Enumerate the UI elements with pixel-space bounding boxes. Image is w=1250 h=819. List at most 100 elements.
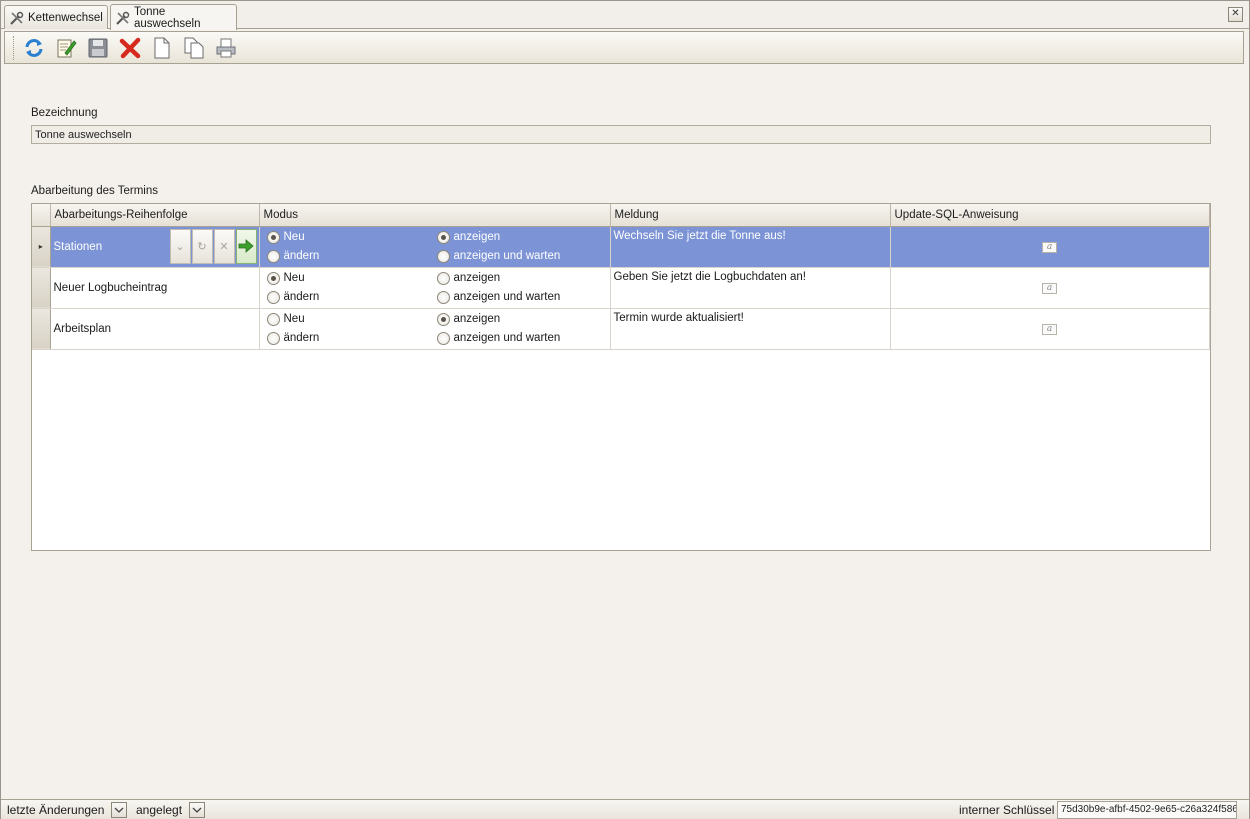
column-header-reihenfolge[interactable]: Abarbeitungs-Reihenfolge	[50, 204, 260, 227]
abarbeitung-label: Abarbeitung des Termins	[31, 185, 158, 197]
last-changes-label: letzte Änderungen	[7, 803, 105, 817]
radio-label: Neu	[283, 313, 305, 325]
modus-cell: Neu anzeigen ändern anzeigen und warten	[259, 308, 611, 350]
meldung-cell[interactable]: Geben Sie jetzt die Logbuchdaten an!	[610, 267, 891, 309]
sequence-name: Stationen	[53, 240, 103, 253]
print-icon[interactable]	[212, 35, 240, 61]
radio-neu[interactable]: Neu	[266, 270, 437, 286]
radio-label: anzeigen	[453, 272, 501, 284]
tab-label: Kettenwechsel	[28, 11, 103, 24]
sql-editor-icon[interactable]: a	[1042, 324, 1057, 335]
tools-icon	[115, 10, 131, 26]
toolbar	[4, 31, 1244, 64]
radio-anzeigen[interactable]: anzeigen	[436, 229, 607, 245]
grid-corner	[32, 204, 51, 227]
status-bar: letzte Änderungen angelegt interner Schl…	[1, 799, 1249, 819]
tab-tonne-auswechseln[interactable]: Tonne auswechseln	[110, 4, 237, 30]
go-arrow-icon[interactable]	[235, 228, 257, 264]
sequence-cell[interactable]: Neuer Logbucheintrag	[50, 267, 260, 309]
bezeichnung-field[interactable]: Tonne auswechseln	[31, 125, 1211, 144]
table-row[interactable]: Arbeitsplan Neu anzeigen ändern anzeigen und…	[32, 308, 1210, 350]
app-window: Kettenwechsel Tonne auswechseln ✕ Bezeic…	[0, 0, 1250, 819]
radio-indicator	[266, 331, 280, 345]
radio-label: anzeigen und warten	[453, 250, 561, 262]
radio-neu[interactable]: Neu	[266, 311, 437, 327]
save-icon[interactable]	[84, 35, 112, 61]
sequence-cell[interactable]: Arbeitsplan	[50, 308, 260, 350]
toolbar-grip[interactable]	[13, 35, 16, 60]
radio-indicator	[436, 312, 450, 326]
meldung-cell[interactable]: Wechseln Sie jetzt die Tonne aus!	[610, 226, 891, 268]
radio-aendern[interactable]: ändern	[266, 289, 437, 305]
modus-cell: Neu anzeigen ändern anzeigen und warten	[259, 226, 611, 268]
radio-anzeigen-und-warten[interactable]: anzeigen und warten	[436, 248, 607, 264]
internal-key-field[interactable]: 75d30b9e-afbf-4502-9e65-c26a324f5867	[1057, 801, 1237, 819]
modus-radio-group: Neu anzeigen ändern anzeigen und warten	[263, 311, 607, 346]
sequence-name: Arbeitsplan	[53, 322, 112, 335]
radio-label: ändern	[283, 291, 320, 303]
bezeichnung-label: Bezeichnung	[31, 107, 98, 119]
update-sql-cell[interactable]: a	[890, 267, 1210, 309]
sql-editor-icon[interactable]: a	[1042, 242, 1057, 253]
radio-indicator	[266, 230, 280, 244]
sequence-name: Neuer Logbucheintrag	[53, 281, 168, 294]
copy-document-icon[interactable]	[180, 35, 208, 61]
row-header[interactable]	[32, 308, 51, 350]
created-label: angelegt	[136, 803, 183, 817]
update-sql-cell[interactable]: a	[890, 226, 1210, 268]
column-header-meldung[interactable]: Meldung	[610, 204, 891, 227]
radio-label: ändern	[283, 332, 320, 344]
tab-kettenwechsel[interactable]: Kettenwechsel	[4, 5, 108, 29]
clear-icon[interactable]: ✕	[213, 228, 235, 264]
row-header[interactable]	[32, 267, 51, 309]
new-document-icon[interactable]	[148, 35, 176, 61]
radio-label: anzeigen und warten	[453, 332, 561, 344]
reload-icon[interactable]: ↻	[191, 228, 213, 264]
radio-anzeigen[interactable]: anzeigen	[436, 311, 607, 327]
sequence-buttons: ⌄ ↻ ✕	[169, 228, 257, 264]
radio-indicator	[436, 230, 450, 244]
radio-indicator	[266, 290, 280, 304]
sequence-cell[interactable]: Stationen ⌄ ↻ ✕	[50, 226, 260, 268]
row-header[interactable]: ▸	[32, 226, 51, 268]
radio-indicator	[436, 331, 450, 345]
radio-indicator	[266, 312, 280, 326]
created-dropdown[interactable]	[189, 802, 205, 818]
radio-indicator	[266, 249, 280, 263]
row-pointer-icon: ▸	[38, 242, 43, 251]
refresh-icon[interactable]	[20, 35, 48, 61]
form-area: Bezeichnung Tonne auswechseln Abarbeitun…	[1, 65, 1249, 799]
modus-cell: Neu anzeigen ändern anzeigen und warten	[259, 267, 611, 309]
modus-radio-group: Neu anzeigen ändern anzeigen und warten	[263, 229, 607, 264]
meldung-cell[interactable]: Termin wurde aktualisiert!	[610, 308, 891, 350]
close-icon[interactable]: ✕	[1228, 7, 1243, 22]
tab-label: Tonne auswechseln	[134, 5, 201, 30]
chevron-down-icon[interactable]: ⌄	[169, 228, 191, 264]
radio-neu[interactable]: Neu	[266, 229, 437, 245]
radio-label: ändern	[283, 250, 320, 262]
delete-icon[interactable]	[116, 35, 144, 61]
radio-anzeigen-und-warten[interactable]: anzeigen und warten	[436, 289, 607, 305]
tools-icon	[9, 10, 25, 26]
sql-editor-icon[interactable]: a	[1042, 283, 1057, 294]
radio-aendern[interactable]: ändern	[266, 248, 437, 264]
abarbeitung-grid: Abarbeitungs-Reihenfolge Modus Meldung U…	[31, 203, 1211, 551]
chevron-down-icon	[192, 807, 202, 813]
internal-key-label: interner Schlüssel	[959, 803, 1055, 817]
table-row[interactable]: Neuer Logbucheintrag Neu anzeigen ändern anz…	[32, 267, 1210, 309]
radio-label: anzeigen	[453, 313, 501, 325]
table-row[interactable]: ▸ Stationen ⌄ ↻ ✕ Neu anzeigen ändern anzeigen u…	[32, 226, 1210, 268]
update-sql-cell[interactable]: a	[890, 308, 1210, 350]
chevron-down-icon	[114, 807, 124, 813]
grid-table: Abarbeitungs-Reihenfolge Modus Meldung U…	[32, 204, 1210, 350]
radio-anzeigen-und-warten[interactable]: anzeigen und warten	[436, 330, 607, 346]
radio-aendern[interactable]: ändern	[266, 330, 437, 346]
tab-strip: Kettenwechsel Tonne auswechseln ✕	[1, 1, 1249, 30]
radio-indicator	[436, 249, 450, 263]
edit-icon[interactable]	[52, 35, 80, 61]
radio-anzeigen[interactable]: anzeigen	[436, 270, 607, 286]
column-header-modus[interactable]: Modus	[259, 204, 611, 227]
radio-indicator	[266, 271, 280, 285]
last-changes-dropdown[interactable]	[111, 802, 127, 818]
column-header-update-sql[interactable]: Update-SQL-Anweisung	[890, 204, 1210, 227]
